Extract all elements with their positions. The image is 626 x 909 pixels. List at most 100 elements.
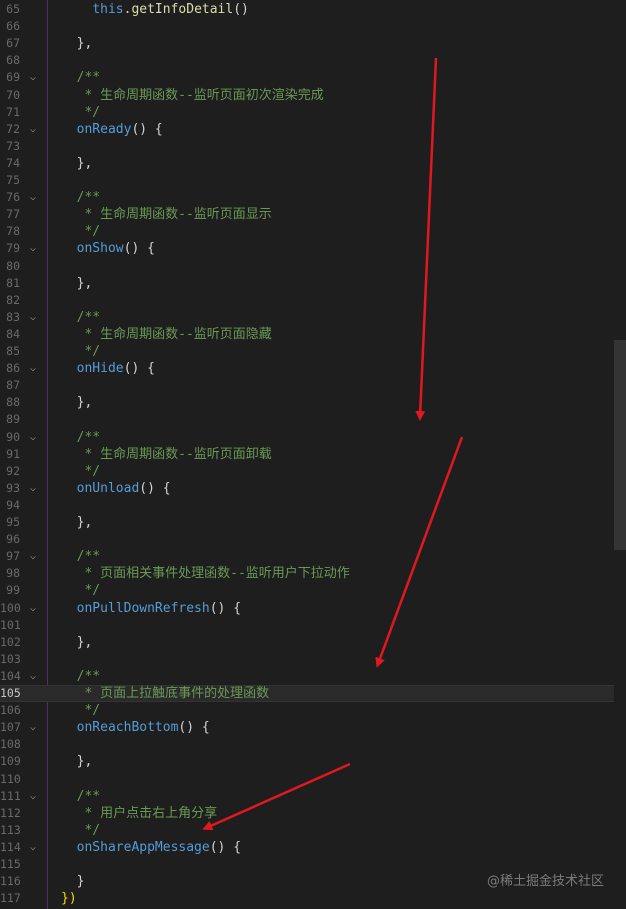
code-line[interactable]: 108 bbox=[0, 736, 614, 753]
line-number: 91 bbox=[6, 446, 20, 461]
chevron-down-icon[interactable]: ⌵ bbox=[27, 240, 39, 257]
line-number: 87 bbox=[6, 378, 20, 393]
chevron-down-icon[interactable]: ⌵ bbox=[27, 429, 39, 446]
code-line[interactable]: 88 }, bbox=[0, 394, 614, 411]
line-number: 100 bbox=[0, 600, 21, 615]
code-line[interactable]: 99 */ bbox=[0, 582, 614, 599]
code-line[interactable]: 75 bbox=[0, 172, 614, 189]
code-line[interactable]: 96 bbox=[0, 531, 614, 548]
line-number: 72 bbox=[6, 121, 20, 136]
code-line[interactable]: 67 }, bbox=[0, 35, 614, 52]
code-line[interactable]: 74 }, bbox=[0, 155, 614, 172]
code-line[interactable]: 87 bbox=[0, 377, 614, 394]
chevron-down-icon[interactable]: ⌵ bbox=[27, 719, 39, 736]
code-text: * 生命周期函数--监听页面初次渲染完成 bbox=[61, 87, 324, 103]
code-line[interactable]: 95 }, bbox=[0, 514, 614, 531]
line-number: 78 bbox=[6, 224, 20, 239]
code-line[interactable]: 82 bbox=[0, 292, 614, 309]
line-number: 66 bbox=[6, 19, 20, 34]
line-number: 94 bbox=[6, 497, 20, 512]
line-number: 108 bbox=[0, 737, 21, 752]
chevron-down-icon[interactable]: ⌵ bbox=[27, 548, 39, 565]
code-line[interactable]: 107 ⌵ onReachBottom() { bbox=[0, 719, 614, 736]
code-line[interactable]: 81 }, bbox=[0, 275, 614, 292]
code-line[interactable]: 114 ⌵ onShareAppMessage() { bbox=[0, 839, 614, 856]
code-line[interactable]: 85 */ bbox=[0, 343, 614, 360]
code-line[interactable]: 69 ⌵ /** bbox=[0, 69, 614, 86]
code-line[interactable]: 78 */ bbox=[0, 223, 614, 240]
line-number: 102 bbox=[0, 634, 21, 649]
line-number: 95 bbox=[6, 515, 20, 529]
line-number: 114 bbox=[0, 839, 21, 854]
chevron-down-icon[interactable]: ⌵ bbox=[27, 668, 39, 685]
code-line[interactable]: 76 ⌵ /** bbox=[0, 189, 614, 206]
line-number: 99 bbox=[6, 583, 20, 598]
code-text: }, bbox=[61, 275, 93, 291]
code-line[interactable]: 106 */ bbox=[0, 702, 614, 719]
code-line[interactable]: 103 bbox=[0, 651, 614, 668]
code-text: /** bbox=[61, 70, 101, 86]
code-line[interactable]: 93 ⌵ onUnload() { bbox=[0, 480, 614, 497]
chevron-down-icon[interactable]: ⌵ bbox=[27, 121, 39, 138]
line-number: 83 bbox=[6, 309, 20, 324]
chevron-down-icon[interactable]: ⌵ bbox=[27, 480, 39, 497]
chevron-down-icon[interactable]: ⌵ bbox=[27, 189, 39, 206]
code-line[interactable]: 77 * 生命周期函数--监听页面显示 bbox=[0, 206, 614, 223]
code-text: */ bbox=[61, 224, 101, 240]
code-line[interactable]: 89 bbox=[0, 411, 614, 428]
chevron-down-icon[interactable]: ⌵ bbox=[27, 788, 39, 805]
code-line[interactable]: 111 ⌵ /** bbox=[0, 788, 614, 805]
code-line[interactable]: 94 bbox=[0, 497, 614, 514]
code-text: onHide() { bbox=[76, 361, 155, 377]
code-line[interactable]: 105 * 页面上拉触底事件的处理函数 bbox=[0, 685, 614, 702]
code-line[interactable]: 70 * 生命周期函数--监听页面初次渲染完成 bbox=[0, 87, 614, 104]
code-line[interactable]: 72 ⌵ onReady() { bbox=[0, 121, 614, 138]
code-line[interactable]: 91 * 生命周期函数--监听页面卸载 bbox=[0, 446, 614, 463]
line-number: 90 bbox=[6, 429, 20, 444]
code-line[interactable]: 110 bbox=[0, 771, 614, 788]
code-text: }, bbox=[61, 515, 93, 530]
chevron-down-icon[interactable]: ⌵ bbox=[27, 839, 39, 856]
code-line[interactable]: 109 }, bbox=[0, 753, 614, 770]
code-text: onReachBottom() { bbox=[76, 720, 210, 736]
code-line[interactable]: 112 * 用户点击右上角分享 bbox=[0, 805, 614, 822]
chevron-down-icon[interactable]: ⌵ bbox=[27, 600, 39, 617]
watermark: @稀土掘金技术社区 bbox=[486, 874, 604, 889]
code-line[interactable]: 92 */ bbox=[0, 463, 614, 480]
line-number: 104 bbox=[0, 668, 21, 683]
code-line[interactable]: 101 bbox=[0, 617, 614, 634]
code-line[interactable]: 79 ⌵ onShow() { bbox=[0, 240, 614, 257]
code-line[interactable]: 97 ⌵ /** bbox=[0, 548, 614, 565]
code-line[interactable]: 86 ⌵ onHide() { bbox=[0, 360, 614, 377]
code-text: /** bbox=[61, 788, 101, 804]
line-number: 81 bbox=[6, 275, 20, 290]
code-text: /** bbox=[61, 190, 101, 206]
code-line[interactable]: 90 ⌵ /** bbox=[0, 429, 614, 446]
code-text: onReady() { bbox=[76, 121, 163, 137]
code-line[interactable]: 80 bbox=[0, 258, 614, 275]
code-text: */ bbox=[61, 344, 101, 359]
code-editor[interactable]: 65 this.getInfoDetail() 66 67 }, 68 69 ⌵ /** 7… bbox=[0, 0, 626, 909]
line-number: 116 bbox=[0, 874, 21, 889]
line-number: 105 bbox=[0, 686, 21, 700]
code-line[interactable]: 71 */ bbox=[0, 104, 614, 121]
scrollbar-thumb[interactable] bbox=[614, 340, 626, 550]
code-text: /** bbox=[61, 668, 101, 684]
chevron-down-icon[interactable]: ⌵ bbox=[27, 309, 39, 326]
vertical-scrollbar[interactable] bbox=[614, 0, 626, 909]
code-line[interactable]: 73 bbox=[0, 138, 614, 155]
code-line[interactable]: 102 }, bbox=[0, 634, 614, 651]
code-line[interactable]: 117}) bbox=[0, 890, 614, 907]
code-line[interactable]: 66 bbox=[0, 18, 614, 35]
code-line[interactable]: 100 ⌵ onPullDownRefresh() { bbox=[0, 600, 614, 617]
code-line[interactable]: 68 bbox=[0, 52, 614, 69]
code-line[interactable]: 104 ⌵ /** bbox=[0, 668, 614, 685]
code-text: /** bbox=[61, 309, 101, 325]
code-line[interactable]: 65 this.getInfoDetail() bbox=[0, 1, 614, 18]
chevron-down-icon[interactable]: ⌵ bbox=[27, 360, 39, 377]
code-line[interactable]: 98 * 页面相关事件处理函数--监听用户下拉动作 bbox=[0, 565, 614, 582]
code-line[interactable]: 84 * 生命周期函数--监听页面隐藏 bbox=[0, 326, 614, 343]
chevron-down-icon[interactable]: ⌵ bbox=[27, 69, 39, 86]
code-line[interactable]: 113 */ bbox=[0, 822, 614, 839]
code-line[interactable]: 83 ⌵ /** bbox=[0, 309, 614, 326]
